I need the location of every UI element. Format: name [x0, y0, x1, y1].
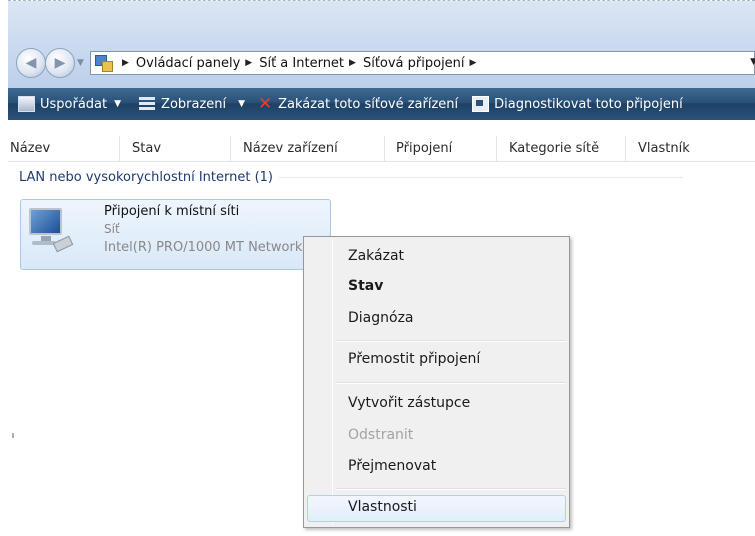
breadcrumb-network-connections[interactable]: Síťová připojení	[363, 56, 465, 71]
view-icon	[139, 96, 156, 112]
back-arrow-icon: ◀	[25, 55, 37, 71]
group-header[interactable]: LAN nebo vysokorychlostní Internet (1)	[19, 170, 684, 185]
menu-item-create-shortcut[interactable]: Vytvořit zástupce	[348, 395, 470, 411]
menu-item-disable[interactable]: Zakázat	[348, 248, 404, 264]
diagnose-label: Diagnostikovat toto připojení	[494, 96, 683, 112]
organize-icon	[18, 96, 35, 112]
chevron-down-icon: ▼	[238, 99, 246, 109]
disable-device-button[interactable]: ✕ Zakázat toto síťové zařízení	[257, 94, 459, 114]
connection-device: Intel(R) PRO/1000 MT Network Connection	[104, 240, 330, 255]
breadcrumb-arrow-icon[interactable]: ▶	[122, 58, 129, 68]
menu-gutter	[332, 239, 333, 525]
command-bar: Uspořádat ▼ Zobrazení ▼ ✕ Zakázat toto s…	[8, 88, 755, 120]
menu-item-diagnose[interactable]: Diagnóza	[348, 310, 414, 326]
address-bar-area: ◀ ▶ ▼ ▶ Ovládací panely ▶ Síť a Internet…	[8, 1, 755, 88]
disable-device-label: Zakázat toto síťové zařízení	[278, 96, 459, 112]
menu-item-highlight	[307, 495, 566, 522]
breadcrumb[interactable]: ▶ Ovládací panely ▶ Síť a Internet ▶ Síť…	[90, 51, 755, 75]
forward-button[interactable]: ▶	[45, 48, 75, 78]
menu-item-properties[interactable]: Vlastnosti	[348, 499, 417, 515]
column-header-device-name[interactable]: Název zařízení	[231, 135, 385, 162]
connection-type: Síť	[104, 222, 120, 236]
breadcrumb-arrow-icon[interactable]: ▶	[245, 58, 252, 68]
organize-button[interactable]: Uspořádat ▼	[18, 96, 121, 112]
close-icon: ✕	[257, 94, 273, 114]
menu-item-rename[interactable]: Přejmenovat	[348, 458, 436, 474]
breadcrumb-control-panel[interactable]: Ovládací panely	[136, 56, 240, 71]
breadcrumb-arrow-icon[interactable]: ▶	[470, 58, 477, 68]
column-headers: Název Stav Název zařízení Připojení Kate…	[8, 135, 755, 162]
menu-separator	[336, 382, 566, 384]
column-header-connectivity[interactable]: Připojení	[385, 135, 497, 162]
forward-arrow-icon: ▶	[54, 55, 66, 71]
column-header-network-category[interactable]: Kategorie sítě	[497, 135, 626, 162]
group-divider	[279, 177, 684, 178]
network-connection-item[interactable]: Připojení k místní síti Síť Intel(R) PRO…	[20, 199, 331, 270]
menu-item-delete: Odstranit	[348, 427, 414, 443]
column-header-owner[interactable]: Vlastník	[626, 136, 755, 162]
group-header-label: LAN nebo vysokorychlostní Internet (1)	[19, 170, 274, 185]
breadcrumb-network-internet[interactable]: Síť a Internet	[259, 56, 344, 71]
address-dropdown-icon[interactable]: ▼	[750, 57, 755, 67]
diagnose-icon	[472, 96, 490, 112]
diagnose-button[interactable]: Diagnostikovat toto připojení	[472, 96, 683, 112]
menu-item-status[interactable]: Stav	[348, 278, 383, 294]
connection-name: Připojení k místní síti	[104, 204, 240, 219]
column-header-name[interactable]: Název	[8, 135, 120, 162]
breadcrumb-arrow-icon[interactable]: ▶	[349, 58, 356, 68]
column-header-status[interactable]: Stav	[120, 135, 231, 162]
menu-item-bridge-connections[interactable]: Přemostit připojení	[348, 351, 480, 367]
network-adapter-icon	[24, 205, 74, 253]
chevron-down-icon: ▼	[114, 99, 122, 109]
back-button[interactable]: ◀	[16, 48, 46, 78]
view-label: Zobrazení	[161, 96, 227, 112]
control-panel-icon	[95, 54, 113, 72]
organize-label: Uspořádat	[40, 96, 108, 112]
view-button[interactable]: Zobrazení ▼	[139, 96, 245, 112]
menu-separator	[336, 488, 566, 490]
context-menu: Zakázat Stav Diagnóza Přemostit připojen…	[303, 236, 570, 528]
recent-pages-dropdown-icon[interactable]: ▼	[77, 58, 87, 68]
pane-edge-mark	[12, 433, 14, 438]
menu-separator	[336, 340, 566, 342]
